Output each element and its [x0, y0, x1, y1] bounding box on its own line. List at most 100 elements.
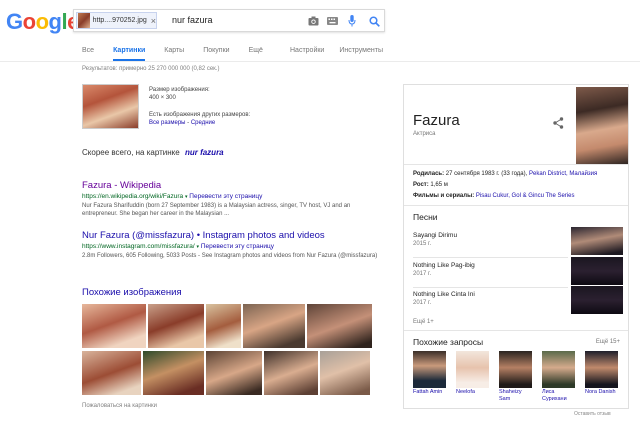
related-more-link[interactable]: Ещё 15+: [596, 339, 620, 345]
chip-label: http....970252.jpg: [92, 17, 147, 24]
search-tabs: Все Картинки Карты Покупки Ещё: [82, 45, 282, 61]
song-item[interactable]: Sayangi Dirimu 2015 г.: [413, 227, 626, 258]
tab-maps[interactable]: Карты: [164, 45, 184, 61]
result-snippet: Nur Fazura Sharifuddin (born 27 Septembe…: [82, 203, 351, 217]
tab-more[interactable]: Ещё: [249, 45, 263, 61]
similar-images-grid: [82, 304, 378, 398]
result-url-text[interactable]: https://www.instagram.com/missfazura/: [82, 243, 195, 250]
kp-photo[interactable]: [576, 87, 628, 164]
translate-link[interactable]: Перевести эту страницу: [201, 243, 274, 250]
keyboard-icon[interactable]: [326, 15, 338, 27]
person-photo: [499, 351, 532, 388]
similar-image[interactable]: [148, 304, 204, 348]
query-image[interactable]: [82, 84, 139, 129]
kp-subtitle: Актриса: [413, 131, 436, 137]
similar-image[interactable]: [206, 351, 262, 395]
song-title: Nothing Like Cinta Ini: [413, 291, 475, 298]
born-label: Родилась:: [413, 171, 445, 177]
divider: [404, 205, 628, 206]
born-value: 27 сентября 1983 г. (33 года),: [445, 171, 528, 177]
similar-image[interactable]: [320, 351, 370, 395]
person-photo: [542, 351, 575, 388]
search-icon[interactable]: [368, 15, 380, 27]
results-stats: Результатов: примерно 25 270 000 000 (0,…: [82, 66, 220, 72]
tab-all[interactable]: Все: [82, 45, 94, 61]
height-value: 1,65 м: [430, 182, 448, 188]
similar-image[interactable]: [143, 351, 204, 395]
logo-letter: G: [6, 9, 23, 34]
related-person[interactable]: Fattah Amin: [413, 351, 446, 403]
search-result: Nur Fazura (@missfazura) • Instagram pho…: [82, 230, 382, 260]
tab-images[interactable]: Картинки: [113, 45, 146, 61]
songs-heading: Песни: [413, 212, 438, 222]
tab-shopping[interactable]: Покупки: [203, 45, 229, 61]
films-link[interactable]: Pisau Cukur, Gol & Gincu The Series: [476, 193, 575, 199]
height-label: Рост:: [413, 182, 429, 188]
similar-image[interactable]: [307, 304, 372, 348]
medium-sizes-link[interactable]: Средние: [191, 120, 215, 126]
similar-image[interactable]: [82, 304, 146, 348]
similar-image[interactable]: [243, 304, 305, 348]
mic-icon[interactable]: [346, 15, 358, 27]
tab-settings[interactable]: Настройки: [290, 45, 324, 61]
knowledge-panel: Fazura Актриса Родилась: 27 сентября 198…: [403, 84, 629, 409]
divider: [404, 164, 628, 165]
person-name: Nora Danish: [585, 389, 616, 395]
logo-letter: o: [35, 9, 49, 34]
divider: [404, 330, 628, 331]
related-people: Fattah Amin Neelofa Shaheizy Sam Лиса Су…: [413, 351, 628, 403]
chip-close-icon[interactable]: ×: [151, 16, 156, 26]
kp-films: Фильмы и сериалы: Pisau Cukur, Gol & Gin…: [413, 193, 574, 199]
similar-image[interactable]: [264, 351, 318, 395]
person-name: Лиса Сурихани: [542, 389, 567, 402]
query-image-thumbnail: [78, 13, 90, 28]
other-sizes-label: Есть изображения других размеров:: [149, 112, 251, 118]
search-tools: Настройки Инструменты: [290, 45, 398, 61]
related-person[interactable]: Nora Danish: [585, 351, 618, 403]
films-label: Фильмы и сериалы:: [413, 193, 475, 199]
image-info: Размер изображения: 400 × 300 Есть изобр…: [82, 84, 382, 132]
kp-born: Родилась: 27 сентября 1983 г. (33 года),…: [413, 171, 597, 177]
search-box[interactable]: http....970252.jpg × nur fazura: [73, 9, 385, 32]
result-url-text[interactable]: https://en.wikipedia.org/wiki/Fazura: [82, 193, 183, 200]
song-title: Sayangi Dirimu: [413, 232, 458, 239]
result-title-link[interactable]: Nur Fazura (@missfazura) • Instagram pho…: [82, 230, 382, 242]
song-thumbnail: [571, 227, 623, 255]
result-url: https://www.instagram.com/missfazura/ ▾ …: [82, 243, 274, 250]
logo-letter: o: [22, 9, 36, 34]
best-guess-link[interactable]: nur fazura: [185, 148, 224, 157]
result-url: https://en.wikipedia.org/wiki/Fazura ▾ П…: [82, 193, 263, 200]
similar-image[interactable]: [82, 351, 141, 395]
song-item[interactable]: Nothing Like Pag-ibig 2017 г.: [413, 257, 626, 288]
song-title: Nothing Like Pag-ibig: [413, 262, 475, 269]
similar-image[interactable]: [206, 304, 241, 348]
image-query-chip[interactable]: http....970252.jpg ×: [76, 12, 157, 29]
person-name: Neelofa: [456, 389, 475, 395]
kp-height: Рост: 1,65 м: [413, 182, 448, 188]
google-logo[interactable]: Google: [6, 11, 79, 33]
feedback-link[interactable]: Оставить отзыв: [574, 411, 611, 417]
search-input[interactable]: nur fazura: [172, 15, 213, 25]
size-value: 400 × 300: [149, 95, 176, 101]
songs-more-link[interactable]: Ещё 1+: [413, 319, 434, 325]
related-person[interactable]: Лиса Сурихани: [542, 351, 575, 403]
related-person[interactable]: Neelofa: [456, 351, 489, 403]
related-heading: Похожие запросы: [413, 337, 484, 347]
search-result: Fazura - Wikipedia https://en.wikipedia.…: [82, 180, 382, 218]
size-label: Размер изображения:: [149, 87, 210, 93]
born-place-link[interactable]: Pekan District, Малайзия: [529, 171, 597, 177]
result-snippet: 2.8m Followers, 605 Following, 5033 Post…: [82, 253, 378, 259]
song-thumbnail: [571, 257, 623, 285]
translate-link[interactable]: Перевести эту страницу: [189, 193, 262, 200]
similar-images-heading[interactable]: Похожие изображения: [82, 287, 182, 298]
camera-icon[interactable]: [307, 15, 319, 27]
person-photo: [413, 351, 446, 388]
tab-tools[interactable]: Инструменты: [339, 45, 383, 61]
result-title-link[interactable]: Fazura - Wikipedia: [82, 180, 382, 192]
report-images-link[interactable]: Пожаловаться на картинки: [82, 403, 157, 409]
share-icon[interactable]: [553, 117, 565, 129]
related-person[interactable]: Shaheizy Sam: [499, 351, 532, 403]
person-photo: [585, 351, 618, 388]
all-sizes-link[interactable]: Все размеры: [149, 120, 185, 126]
song-item[interactable]: Nothing Like Cinta Ini 2017 г.: [413, 286, 626, 314]
